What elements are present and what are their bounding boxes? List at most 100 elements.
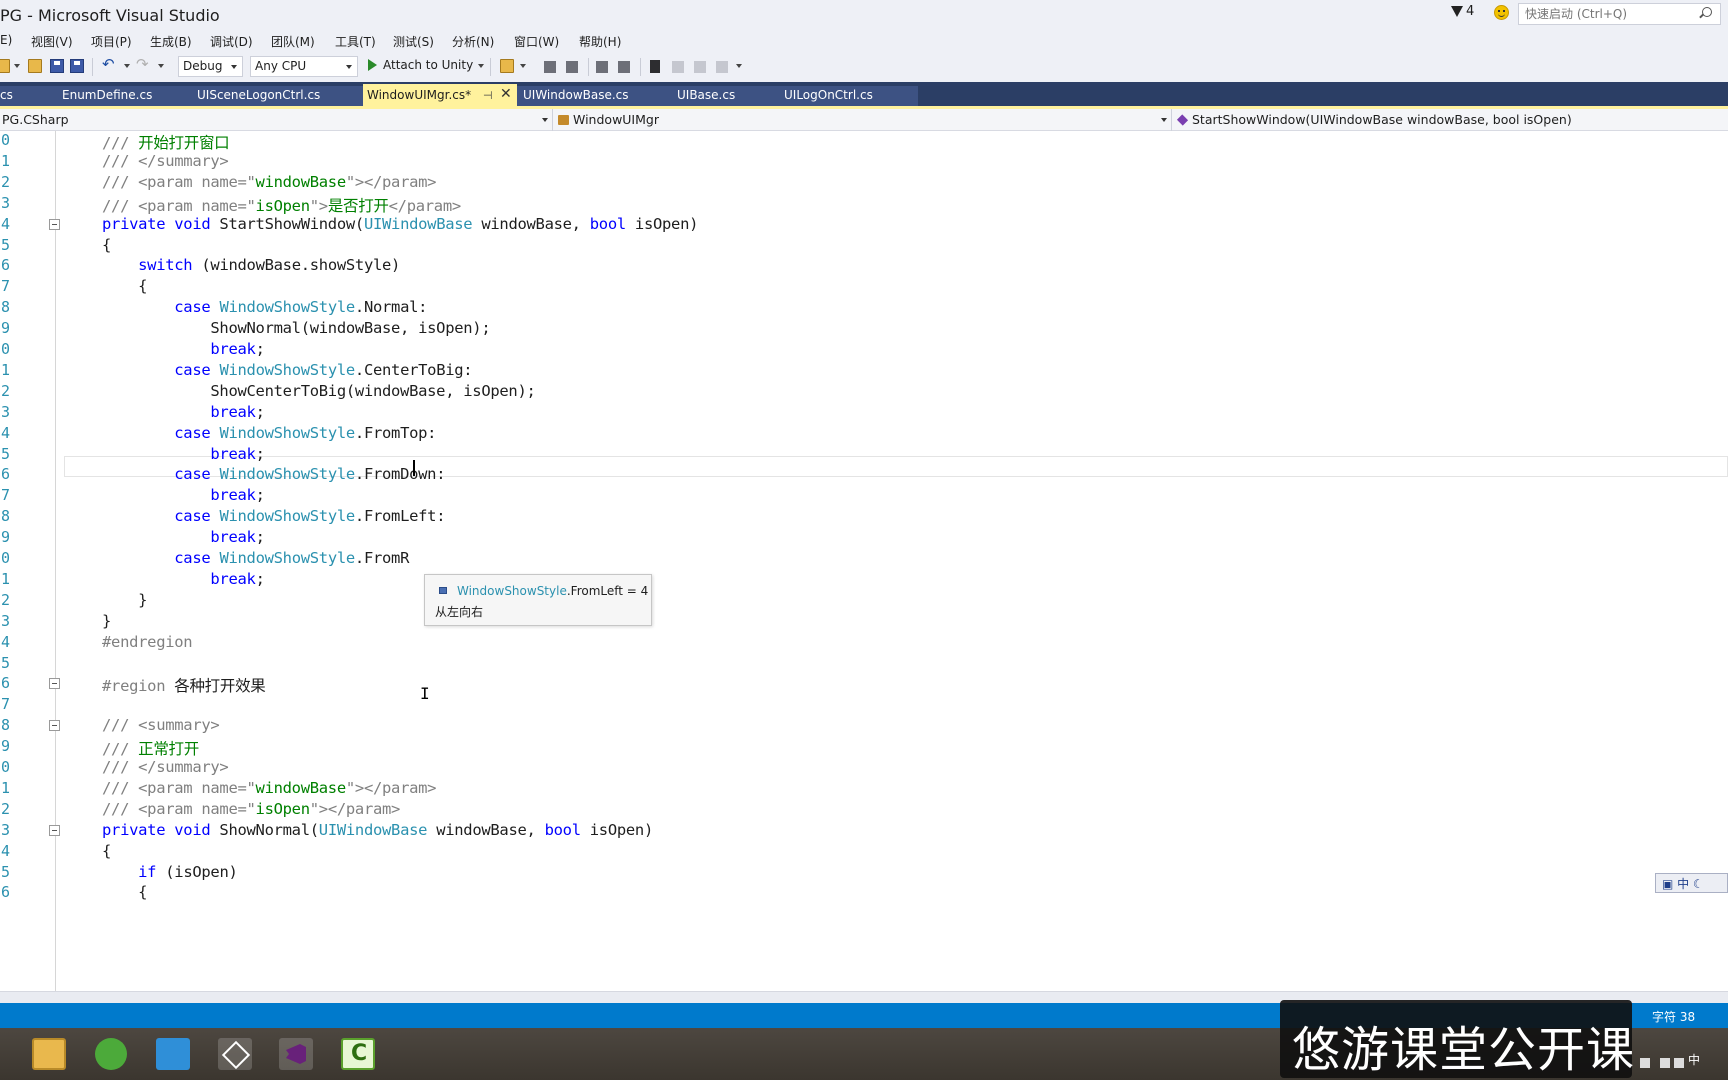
project-dropdown[interactable]: PG.CSharp: [0, 109, 553, 131]
qq-icon[interactable]: [156, 1038, 190, 1070]
code-line[interactable]: private void ShowNormal(UIWindowBase win…: [102, 821, 653, 839]
code-line[interactable]: ShowNormal(windowBase, isOpen);: [102, 319, 490, 337]
pin-icon[interactable]: ⊣: [483, 89, 493, 102]
code-line[interactable]: /// <param name="isOpen"></param>: [102, 800, 400, 818]
attach-to-unity-button[interactable]: Attach to Unity: [368, 58, 473, 72]
tab-windowuimgr[interactable]: WindowUIMgr.cs* ⊣ ✕: [363, 84, 517, 106]
close-icon[interactable]: ✕: [500, 86, 512, 102]
feedback-smiley-icon[interactable]: [1494, 5, 1509, 20]
tab-previous-file[interactable]: cs: [0, 88, 13, 102]
menu-window[interactable]: 窗口(W): [514, 33, 559, 50]
menu-project[interactable]: 项目(P): [91, 33, 132, 50]
code-line[interactable]: /// <param name="windowBase"></param>: [102, 779, 437, 797]
chevron-down-icon[interactable]: [520, 64, 526, 68]
sound-tray-icon[interactable]: [1660, 1058, 1670, 1068]
code-line[interactable]: break;: [102, 486, 265, 504]
line-number: 9: [0, 737, 10, 756]
code-line[interactable]: case WindowShowStyle.FromDown:: [102, 465, 445, 483]
code-line[interactable]: {: [102, 236, 111, 254]
code-line[interactable]: /// </summary>: [102, 758, 229, 776]
menu-view[interactable]: 视图(V): [31, 33, 73, 50]
tab-uibase[interactable]: UIBase.cs: [677, 88, 735, 102]
collapse-region-icon[interactable]: [49, 678, 60, 690]
outdent-icon[interactable]: [596, 61, 608, 73]
file-explorer-icon[interactable]: [32, 1038, 66, 1070]
code-line[interactable]: break;: [102, 528, 265, 546]
type-dropdown[interactable]: WindowUIMgr: [556, 109, 1172, 131]
code-line[interactable]: case WindowShowStyle.FromR: [102, 549, 409, 567]
undo-icon[interactable]: ↶: [102, 55, 115, 73]
tab-uiscenelogonctrl[interactable]: UISceneLogonCtrl.cs: [197, 88, 320, 102]
code-line[interactable]: {: [102, 842, 111, 860]
security-tray-icon[interactable]: [1640, 1058, 1650, 1068]
code-line[interactable]: #endregion: [102, 633, 193, 651]
configuration-select[interactable]: Debug: [178, 56, 243, 77]
collapse-region-icon[interactable]: [49, 720, 60, 732]
tab-uilogonctrl[interactable]: UILogOnCtrl.cs: [784, 88, 873, 102]
menu-tools[interactable]: 工具(T): [335, 33, 376, 50]
bookmark-icon[interactable]: [650, 60, 660, 73]
code-line[interactable]: break;: [102, 445, 265, 463]
save-icon[interactable]: [50, 59, 64, 73]
code-line[interactable]: case WindowShowStyle.Normal:: [102, 298, 427, 316]
class-view-icon[interactable]: [566, 61, 578, 73]
search-icon[interactable]: [1702, 7, 1712, 17]
platform-select[interactable]: Any CPU: [250, 56, 358, 77]
code-line[interactable]: case WindowShowStyle.FromTop:: [102, 424, 436, 442]
menu-team[interactable]: 团队(M): [271, 33, 315, 50]
code-line[interactable]: if (isOpen): [102, 863, 238, 881]
chevron-down-icon[interactable]: [14, 64, 20, 68]
member-dropdown[interactable]: StartShowWindow(UIWindowBase windowBase,…: [1175, 109, 1728, 131]
code-line[interactable]: }: [102, 591, 147, 609]
menu-help[interactable]: 帮助(H): [579, 33, 621, 50]
find-in-files-icon[interactable]: [500, 59, 514, 73]
code-line[interactable]: ShowCenterToBig(windowBase, isOpen);: [102, 382, 535, 400]
solution-explorer-icon[interactable]: [544, 61, 556, 73]
tray-ime-indicator[interactable]: 中: [1688, 1051, 1700, 1068]
quick-launch-input[interactable]: [1518, 3, 1721, 25]
menu-test[interactable]: 测试(S): [393, 33, 434, 50]
code-line[interactable]: /// 开始打开窗口: [102, 131, 230, 153]
code-token: .FromR: [354, 549, 410, 567]
code-line[interactable]: /// <param name="windowBase"></param>: [102, 173, 437, 191]
chevron-down-icon[interactable]: [736, 64, 742, 68]
collapse-region-icon[interactable]: [49, 824, 60, 836]
menu-analyze[interactable]: 分析(N): [452, 33, 494, 50]
new-project-icon[interactable]: [0, 59, 10, 73]
network-tray-icon[interactable]: [1674, 1058, 1684, 1068]
visual-studio-icon[interactable]: [279, 1038, 313, 1070]
menu-edit[interactable]: E): [0, 33, 12, 47]
code-line[interactable]: #region 各种打开效果: [102, 674, 266, 696]
chevron-down-icon[interactable]: [124, 64, 130, 68]
collapse-region-icon[interactable]: [49, 218, 60, 230]
chevron-down-icon[interactable]: [478, 64, 484, 68]
code-line[interactable]: break;: [102, 340, 265, 358]
code-line[interactable]: break;: [102, 570, 265, 588]
code-line[interactable]: /// 正常打开: [102, 737, 199, 759]
menu-build[interactable]: 生成(B): [150, 33, 192, 50]
code-line[interactable]: {: [102, 277, 147, 295]
code-line[interactable]: switch (windowBase.showStyle): [102, 256, 400, 274]
code-line[interactable]: break;: [102, 403, 265, 421]
code-line[interactable]: private void StartShowWindow(UIWindowBas…: [102, 215, 698, 233]
open-file-icon[interactable]: [28, 59, 42, 73]
save-all-icon[interactable]: [70, 59, 84, 73]
ime-toolbar[interactable]: ▣ 中 ☾: [1655, 873, 1728, 893]
code-line[interactable]: /// <param name="isOpen">是否打开</param>: [102, 194, 461, 216]
tab-uiwindowbase[interactable]: UIWindowBase.cs: [523, 88, 629, 102]
code-line[interactable]: /// </summary>: [102, 152, 229, 170]
code-line[interactable]: case WindowShowStyle.FromLeft:: [102, 507, 445, 525]
code-line[interactable]: {: [102, 883, 147, 901]
indent-icon[interactable]: [618, 61, 630, 73]
code-line[interactable]: case WindowShowStyle.CenterToBig:: [102, 361, 472, 379]
tab-enumdefine[interactable]: EnumDefine.cs: [62, 88, 152, 102]
camtasia-icon[interactable]: [341, 1038, 375, 1070]
browser-icon[interactable]: [95, 1038, 127, 1070]
code-editor[interactable]: 0 1 2 3 4 5 6 7 8 9 0 1 2 3 4 5 6 7 8 9 0 1 2 3 4 5 6 7 8 9 0 1 2 3 4 5 6 //…: [0, 131, 1728, 991]
code-line[interactable]: /// <summary>: [102, 716, 220, 734]
notifications-button[interactable]: 4: [1451, 4, 1474, 19]
menu-debug[interactable]: 调试(D): [210, 33, 253, 50]
code-line[interactable]: }: [102, 612, 111, 630]
unity-icon[interactable]: [218, 1038, 252, 1070]
